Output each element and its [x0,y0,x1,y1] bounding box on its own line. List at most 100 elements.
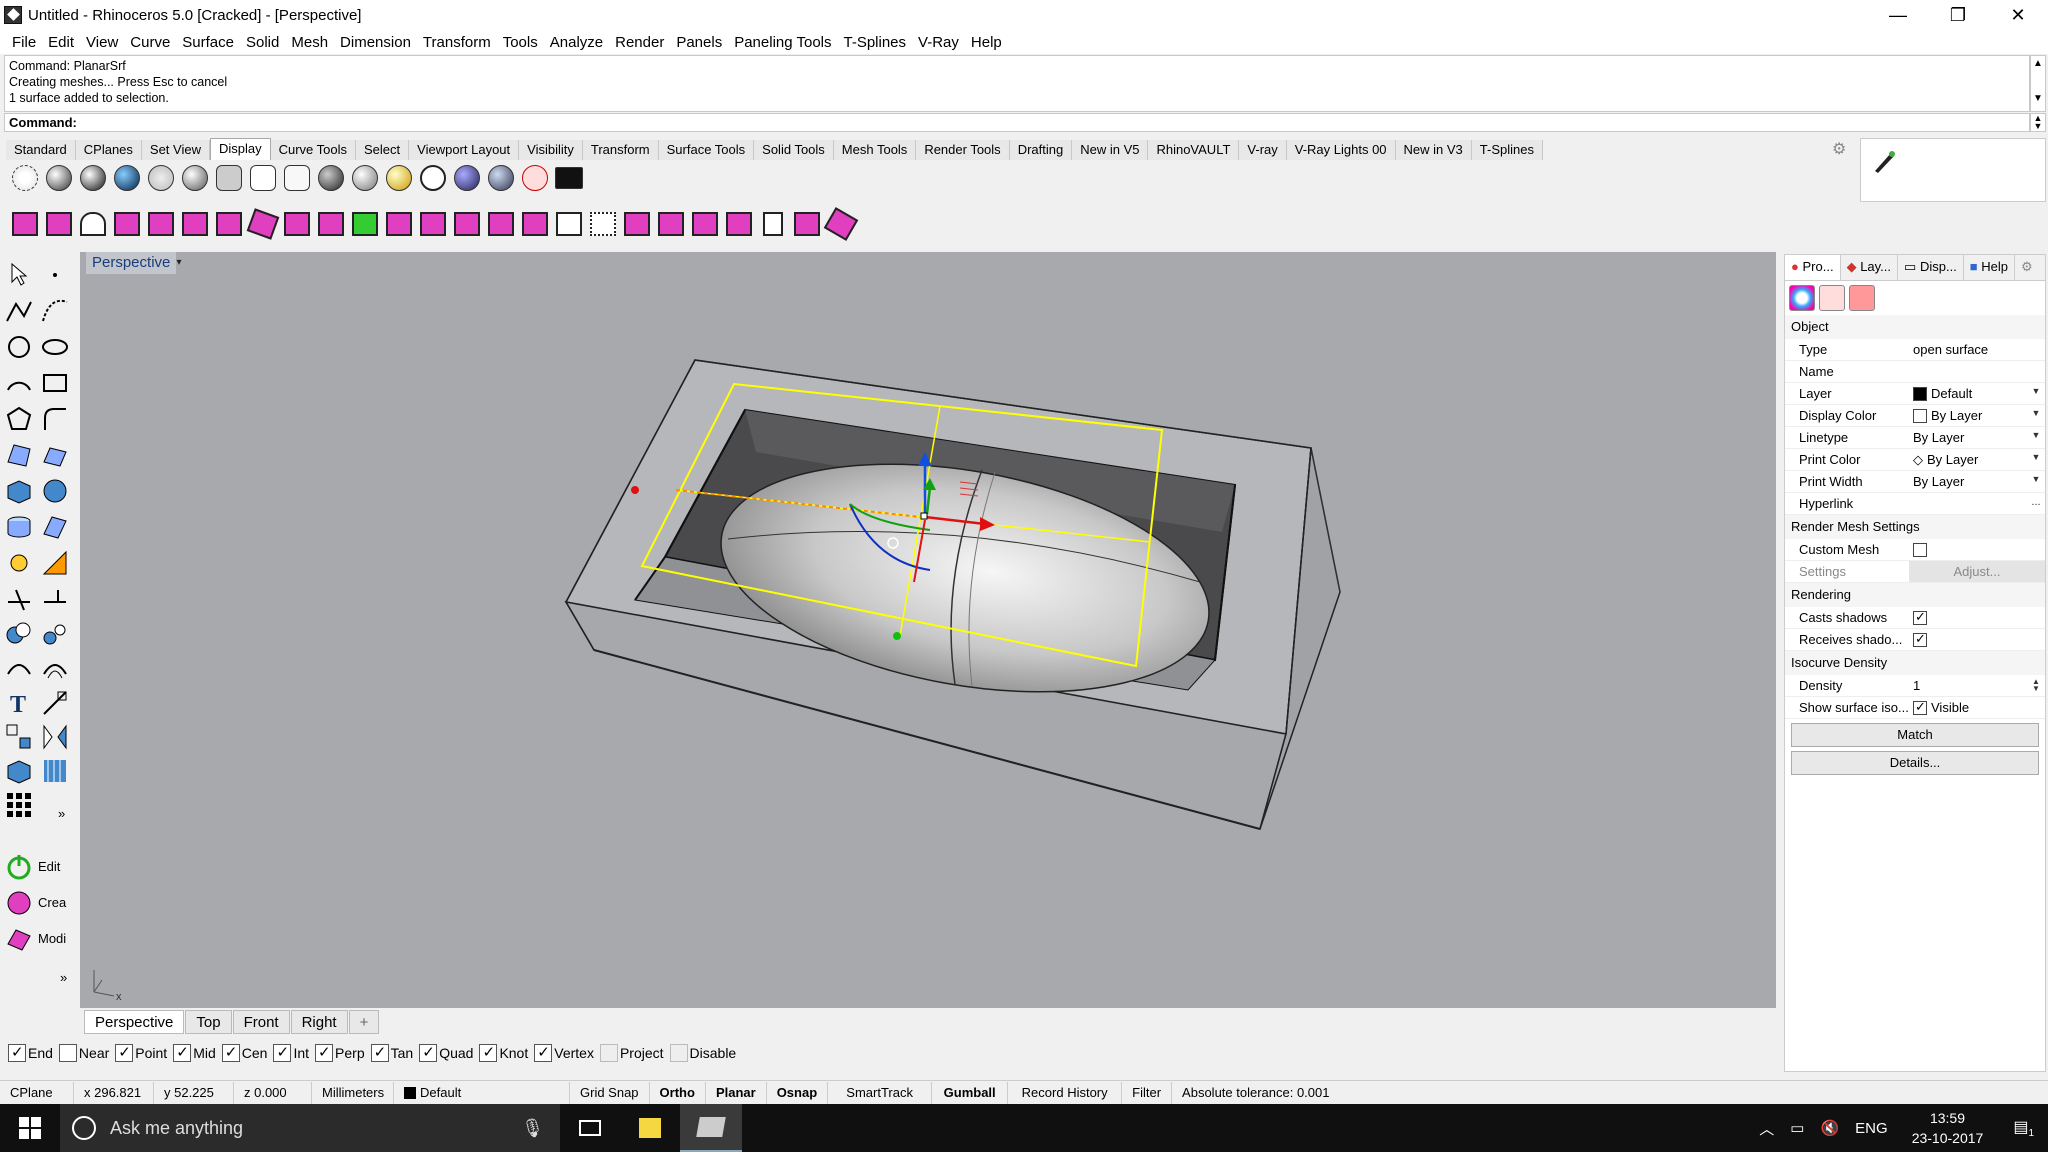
panel-gear-icon[interactable]: ⚙ [2015,255,2039,280]
menu-tools[interactable]: Tools [497,34,544,51]
offset-curve-icon[interactable] [40,654,70,684]
shaded-sphere-dark-icon[interactable] [76,160,110,196]
surface-tool-icon[interactable] [42,206,76,242]
taskbar-search[interactable]: Ask me anything 🎙 [60,1104,560,1152]
windows-start-icon[interactable] [0,1104,60,1152]
osnap-project[interactable]: Project [599,1044,664,1062]
power-icon[interactable] [4,852,34,882]
tab-new-in-v3[interactable]: New in V3 [1395,140,1472,160]
gold-sphere-icon[interactable] [382,160,416,196]
speaker-mute-icon[interactable]: 🔇 [1820,1119,1839,1137]
menu-mesh[interactable]: Mesh [285,34,334,51]
extrude-curve-icon[interactable] [40,440,70,470]
surface-corner-icon[interactable] [4,440,34,470]
linetype-select[interactable]: By Layer ▼ [1909,427,2045,448]
tsplines-edit-label[interactable]: Edit [38,859,60,874]
array-icon[interactable] [4,722,34,752]
sticky-notes-icon[interactable] [620,1104,680,1152]
tab-surface-tools[interactable]: Surface Tools [658,140,755,160]
surface-tool-icon[interactable] [620,206,654,242]
menu-solid[interactable]: Solid [240,34,285,51]
grid-snap-toggle[interactable]: Grid Snap [570,1081,650,1104]
surface-tool-icon[interactable] [722,206,756,242]
tab-t-splines[interactable]: T-Splines [1471,140,1543,160]
osnap-mid[interactable]: Mid [173,1043,216,1062]
menu-view[interactable]: View [80,34,124,51]
match-button[interactable]: Match [1791,723,2039,747]
viewport-tab-right[interactable]: Right [290,1010,348,1034]
mirror-icon[interactable] [40,722,70,752]
tab-new-in-v5[interactable]: New in V5 [1072,140,1149,160]
monitor-icon[interactable] [552,160,586,196]
tab-mesh-tools[interactable]: Mesh Tools [833,140,917,160]
minimize-button[interactable]: — [1868,0,1928,30]
surface-tool-icon[interactable] [144,206,178,242]
maximize-button[interactable]: ❐ [1928,0,1988,30]
surface-tool-icon[interactable] [280,206,314,242]
tab-select[interactable]: Select [356,140,410,160]
chevron-down-icon[interactable]: ▼ [2029,452,2043,466]
tab-v-ray-lights[interactable]: V-Ray Lights 00 [1286,140,1396,160]
stepper-arrows-icon[interactable]: ▲ ▼ [2029,678,2043,693]
menu-transform[interactable]: Transform [417,34,497,51]
surface-tool-icon[interactable] [586,206,620,242]
osnap-toggle[interactable]: Osnap [767,1081,829,1104]
osnap-knot[interactable]: Knot [479,1043,528,1062]
spheres-icon[interactable] [450,160,484,196]
osnap-point[interactable]: Point [115,1043,167,1062]
tsplines-create-label[interactable]: Crea [38,895,66,910]
gear-tool-icon[interactable] [4,548,34,578]
tab-standard[interactable]: Standard [6,140,76,160]
menu-t-splines[interactable]: T-Splines [838,34,913,51]
surface-tool-icon[interactable] [76,206,110,242]
mesh-plane-icon[interactable] [40,512,70,542]
tab-display[interactable]: Display [209,138,271,160]
tab-set-view[interactable]: Set View [141,140,210,160]
taskbar-clock[interactable]: 13:59 23-10-2017 [1912,1108,1984,1148]
tab-properties[interactable]: ● Pro... [1785,255,1841,280]
chevron-down-icon[interactable]: ▼ [2029,408,2043,422]
tab-cplanes[interactable]: CPlanes [75,140,142,160]
artistic-icon[interactable] [246,160,280,196]
tab-render-tools[interactable]: Render Tools [916,140,1010,160]
layer-select[interactable]: Default ▼ [1909,383,2045,404]
toolbar-gear-icon[interactable]: ⚙ [1832,139,1850,158]
surface-tool-icon[interactable] [654,206,688,242]
language-indicator[interactable]: ENG [1855,1120,1888,1137]
filter-toggle[interactable]: Filter [1122,1081,1173,1104]
menu-file[interactable]: File [6,34,42,51]
rendered-sphere-icon[interactable] [110,160,144,196]
hyperlink-browse-button[interactable]: ... [2029,496,2043,510]
split-icon[interactable] [40,582,70,612]
gumball-toggle[interactable]: Gumball [932,1081,1009,1104]
osnap-near[interactable]: Near [58,1044,109,1062]
osnap-vertex[interactable]: Vertex [534,1043,594,1062]
tab-solid-tools[interactable]: Solid Tools [754,140,834,160]
osnap-cen[interactable]: Cen [221,1043,267,1062]
surface-tool-icon[interactable] [518,206,552,242]
tab-transform[interactable]: Transform [582,140,659,160]
polyline-icon[interactable] [4,296,34,326]
crosshair-icon[interactable] [416,160,450,196]
tray-chevron-icon[interactable]: ︿ [1759,1118,1774,1139]
tab-rhinovault[interactable]: RhinoVAULT [1148,140,1240,160]
surface-tool-icon[interactable] [8,206,42,242]
surface-tool-icon[interactable] [348,206,382,242]
custom-mesh-checkbox[interactable] [1913,542,1927,557]
command-line-spinner[interactable]: ▲ ▼ [2030,113,2046,132]
rhino-taskbar-icon[interactable] [680,1104,742,1152]
box-icon[interactable] [4,476,34,506]
chevron-down-icon[interactable]: ▼ [2029,474,2043,488]
casts-shadows-checkbox[interactable] [1913,609,1927,625]
grid-sphere-icon[interactable] [314,160,348,196]
lights-icon[interactable] [484,160,518,196]
viewport-menu-caret-icon[interactable]: ▾ [172,252,186,274]
surface-tool-icon[interactable] [178,206,212,242]
ghosted-sphere-icon[interactable] [144,160,178,196]
tab-curve-tools[interactable]: Curve Tools [270,140,357,160]
details-button[interactable]: Details... [1791,751,2039,775]
menu-surface[interactable]: Surface [176,34,240,51]
pen-mode-icon[interactable] [280,160,314,196]
surface-tool-icon[interactable] [314,206,348,242]
osnap-tan[interactable]: Tan [370,1043,413,1062]
